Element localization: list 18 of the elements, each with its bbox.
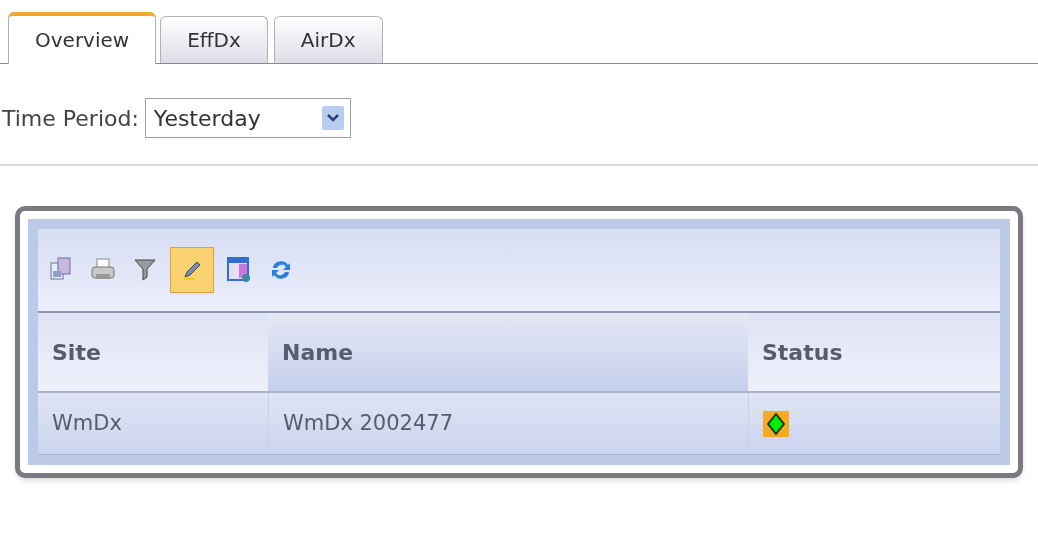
window-icon bbox=[227, 257, 251, 283]
copy-icon bbox=[50, 257, 72, 283]
toolbar-button[interactable] bbox=[170, 247, 214, 293]
filter-icon bbox=[133, 257, 157, 283]
time-period-label: Time Period: bbox=[2, 104, 139, 133]
table-cell-text: WmDx bbox=[51, 409, 123, 437]
chevron-down-icon bbox=[321, 106, 344, 130]
printer-icon bbox=[90, 258, 116, 282]
column-header[interactable]: Status bbox=[748, 313, 1000, 391]
table-cell: WmDx 2002477 bbox=[268, 393, 748, 454]
time-period-dropdown[interactable]: Yesterday bbox=[144, 98, 351, 138]
tab[interactable]: AirDx bbox=[273, 16, 383, 63]
column-header[interactable]: Site bbox=[38, 313, 268, 391]
tab[interactable]: EffDx bbox=[160, 16, 268, 63]
pencil-icon bbox=[181, 259, 203, 281]
status-icon bbox=[763, 410, 789, 437]
column-header[interactable]: Name bbox=[268, 313, 748, 391]
tab[interactable]: Overview bbox=[8, 12, 157, 64]
